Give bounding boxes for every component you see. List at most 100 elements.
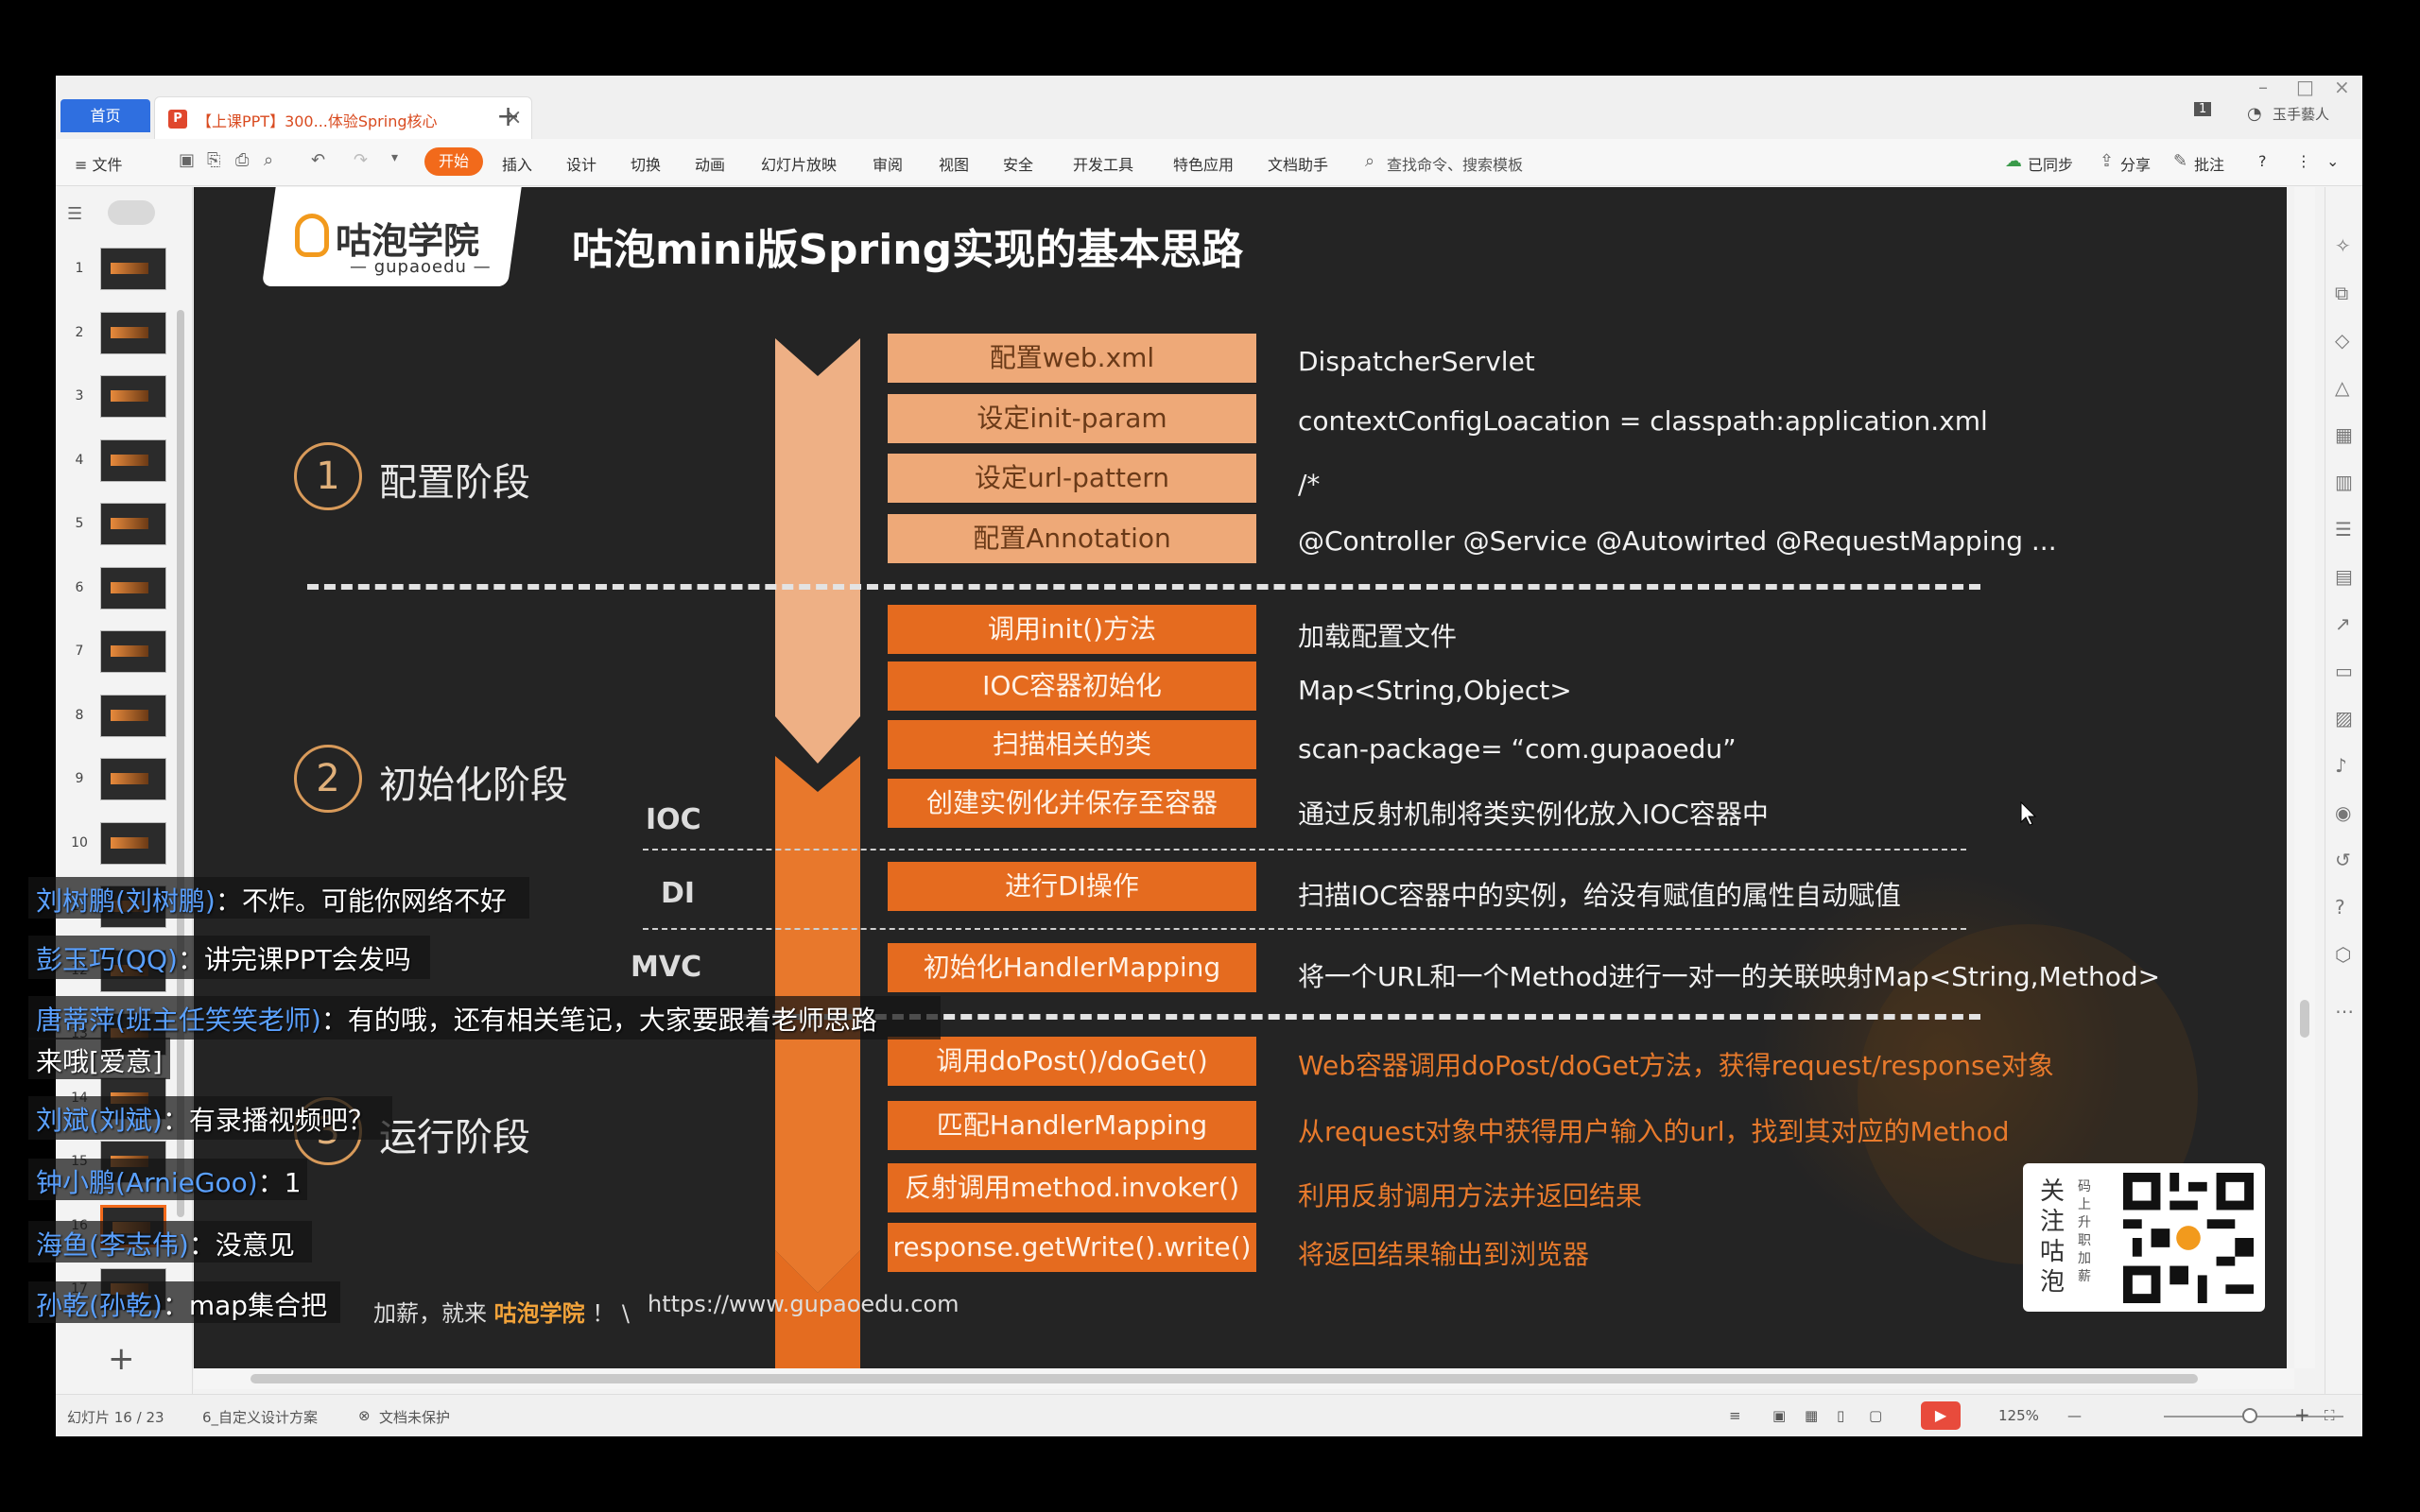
zoom-slider-knob[interactable] (2242, 1408, 2257, 1423)
slide-thumbnail-number: 5 (75, 516, 84, 531)
cube-icon[interactable]: ⬡ (2335, 943, 2351, 966)
footer-slogan-text: 加薪，就来 (373, 1300, 487, 1327)
thumbnail-scrollbar[interactable] (177, 310, 184, 1217)
slide-horizontal-scrollbar[interactable] (194, 1368, 2294, 1389)
history-icon[interactable]: ↺ (2335, 849, 2351, 871)
tab-slideshow[interactable]: 幻灯片放映 (761, 152, 837, 175)
slide-thumbnail-image (100, 438, 166, 482)
notes-icon[interactable]: ≡ (1729, 1407, 1741, 1424)
export-icon[interactable]: ↗ (2335, 612, 2351, 635)
tab-insert[interactable]: 插入 (502, 152, 532, 175)
slide-thumbnail[interactable]: 1 (56, 246, 193, 298)
tab-features[interactable]: 特色应用 (1173, 152, 1234, 175)
more-menu-icon[interactable]: ⋮ (2296, 152, 2311, 170)
slide-thumbnail[interactable]: 7 (56, 628, 193, 680)
customize-icon[interactable]: ▾ (391, 150, 398, 165)
tab-design[interactable]: 设计 (566, 152, 596, 175)
user-avatar-icon[interactable]: ◔ (2247, 104, 2262, 124)
slide-canvas[interactable]: 咕泡学院 — gupaoedu — 咕泡mini版Spring实现的基本思路 1… (194, 187, 2287, 1368)
file-menu[interactable]: ≡ 文件 (75, 152, 123, 175)
redo-icon[interactable]: ↷ (354, 150, 368, 170)
slide-title: 咕泡mini版Spring实现的基本思路 (572, 226, 1244, 274)
slide-thumbnail[interactable]: 6 (56, 565, 193, 617)
stage-label: 配置阶段 (379, 461, 530, 505)
thumbnail-view-toggle[interactable] (108, 200, 155, 225)
sorter-view-icon[interactable]: ▦ (1805, 1407, 1818, 1424)
layout-icon[interactable]: ▤ (2335, 565, 2353, 588)
style-icon[interactable]: ✧ (2335, 234, 2351, 257)
tab-developer[interactable]: 开发工具 (1073, 152, 1133, 175)
fill-icon[interactable]: △ (2335, 376, 2349, 399)
chart-icon[interactable]: ▥ (2335, 471, 2353, 493)
slide-thumbnail[interactable]: 10 (56, 820, 193, 872)
grid-icon[interactable]: ▦ (2335, 423, 2353, 446)
sync-status[interactable]: 已同步 (2028, 152, 2073, 175)
slide-thumbnail-number: 3 (75, 388, 84, 404)
zoom-in-button[interactable]: + (2294, 1403, 2310, 1426)
minimize-icon[interactable]: – (2258, 76, 2268, 98)
tab-review[interactable]: 审阅 (873, 152, 903, 175)
help-button[interactable]: ? (2258, 152, 2267, 170)
slide-thumbnail[interactable]: 3 (56, 373, 193, 425)
outline-view-icon[interactable]: ☰ (67, 204, 82, 224)
slide-thumbnail[interactable]: 5 (56, 501, 193, 553)
print-icon[interactable]: ⎙ (235, 150, 249, 170)
section-divider (643, 928, 1966, 930)
shape-icon[interactable]: ◇ (2335, 329, 2349, 352)
maximize-icon[interactable]: □ (2296, 76, 2314, 98)
tab-view[interactable]: 视图 (939, 152, 969, 175)
normal-view-icon[interactable]: ▣ (1772, 1407, 1786, 1424)
footer-brand: 咕泡学院 (493, 1300, 585, 1327)
save-icon[interactable]: ▣ (179, 150, 195, 170)
step-box: 创建实例化并保存至容器 (888, 779, 1256, 828)
tab-document[interactable]: P 【上课PPT】300...体验Spring核心 × (154, 96, 532, 139)
slide-thumbnail[interactable]: 2 (56, 310, 193, 362)
wps-presentation-window: 首页 P 【上课PPT】300...体验Spring核心 × + – □ × 1… (56, 76, 2362, 1436)
settings-icon[interactable]: ☰ (2335, 518, 2352, 541)
play-slideshow-button[interactable]: ▶ (1921, 1401, 1961, 1430)
tab-animation[interactable]: 动画 (695, 152, 725, 175)
audio-icon[interactable]: ♪ (2335, 754, 2347, 777)
lightbulb-logo-icon (295, 214, 329, 257)
step-desc: 通过反射机制将类实例化放入IOC容器中 (1298, 799, 1769, 830)
export-icon[interactable]: ⎘ (207, 150, 220, 170)
add-slide-button[interactable]: + (108, 1340, 135, 1378)
slide-vertical-scrollbar[interactable] (2294, 187, 2315, 1368)
theme-name[interactable]: 6_自定义设计方案 (202, 1407, 318, 1427)
scrollbar-thumb[interactable] (2300, 1000, 2309, 1038)
archive-icon[interactable]: ▭ (2335, 660, 2353, 682)
preview-icon[interactable]: ⌕ (264, 150, 273, 170)
slide-thumbnail[interactable]: 8 (56, 693, 193, 745)
collapse-ribbon-icon[interactable]: ⌄ (2326, 152, 2339, 170)
zoom-out-button[interactable]: — (2067, 1407, 2082, 1424)
tab-home[interactable]: 首页 (60, 99, 150, 132)
fit-window-icon[interactable]: ⛶ (2325, 1407, 2335, 1424)
scrollbar-thumb[interactable] (251, 1374, 2198, 1383)
help-icon[interactable]: ? (2335, 896, 2345, 919)
comment-button[interactable]: 批注 (2194, 152, 2224, 175)
tab-document-title: 【上课PPT】300...体验Spring核心 (197, 112, 438, 130)
new-tab-button[interactable]: + (496, 100, 520, 133)
slide-thumbnail[interactable]: 4 (56, 438, 193, 490)
chat-text: ：1 (257, 1167, 302, 1198)
zoom-level[interactable]: 125% (1998, 1407, 2039, 1424)
tab-doc-assistant[interactable]: 文档助手 (1268, 152, 1328, 175)
slide-thumbnail[interactable]: 9 (56, 756, 193, 808)
command-search[interactable]: 查找命令、搜索模板 (1387, 152, 1523, 175)
tab-security[interactable]: 安全 (1003, 152, 1033, 175)
copy-format-icon[interactable]: ⧉ (2335, 282, 2348, 304)
document-protection[interactable]: 文档未保护 (379, 1407, 450, 1427)
window-close-icon[interactable]: × (2334, 76, 2350, 98)
tab-start[interactable]: 开始 (424, 147, 483, 176)
logo-subtext: — gupaoedu — (350, 257, 492, 277)
record-icon[interactable]: ◉ (2335, 801, 2351, 824)
chat-message: 来哦[爱意] (36, 1041, 163, 1079)
undo-icon[interactable]: ↶ (311, 150, 325, 170)
reading-view-icon[interactable]: ▯ (1837, 1407, 1844, 1424)
tab-transition[interactable]: 切换 (631, 152, 661, 175)
user-name[interactable]: 玉手藝人 (2273, 104, 2329, 124)
share-button[interactable]: 分享 (2120, 152, 2151, 175)
presenter-view-icon[interactable]: ▢ (1869, 1407, 1882, 1424)
more-icon[interactable]: ⋯ (2335, 1000, 2354, 1022)
image-icon[interactable]: ▨ (2335, 707, 2353, 730)
